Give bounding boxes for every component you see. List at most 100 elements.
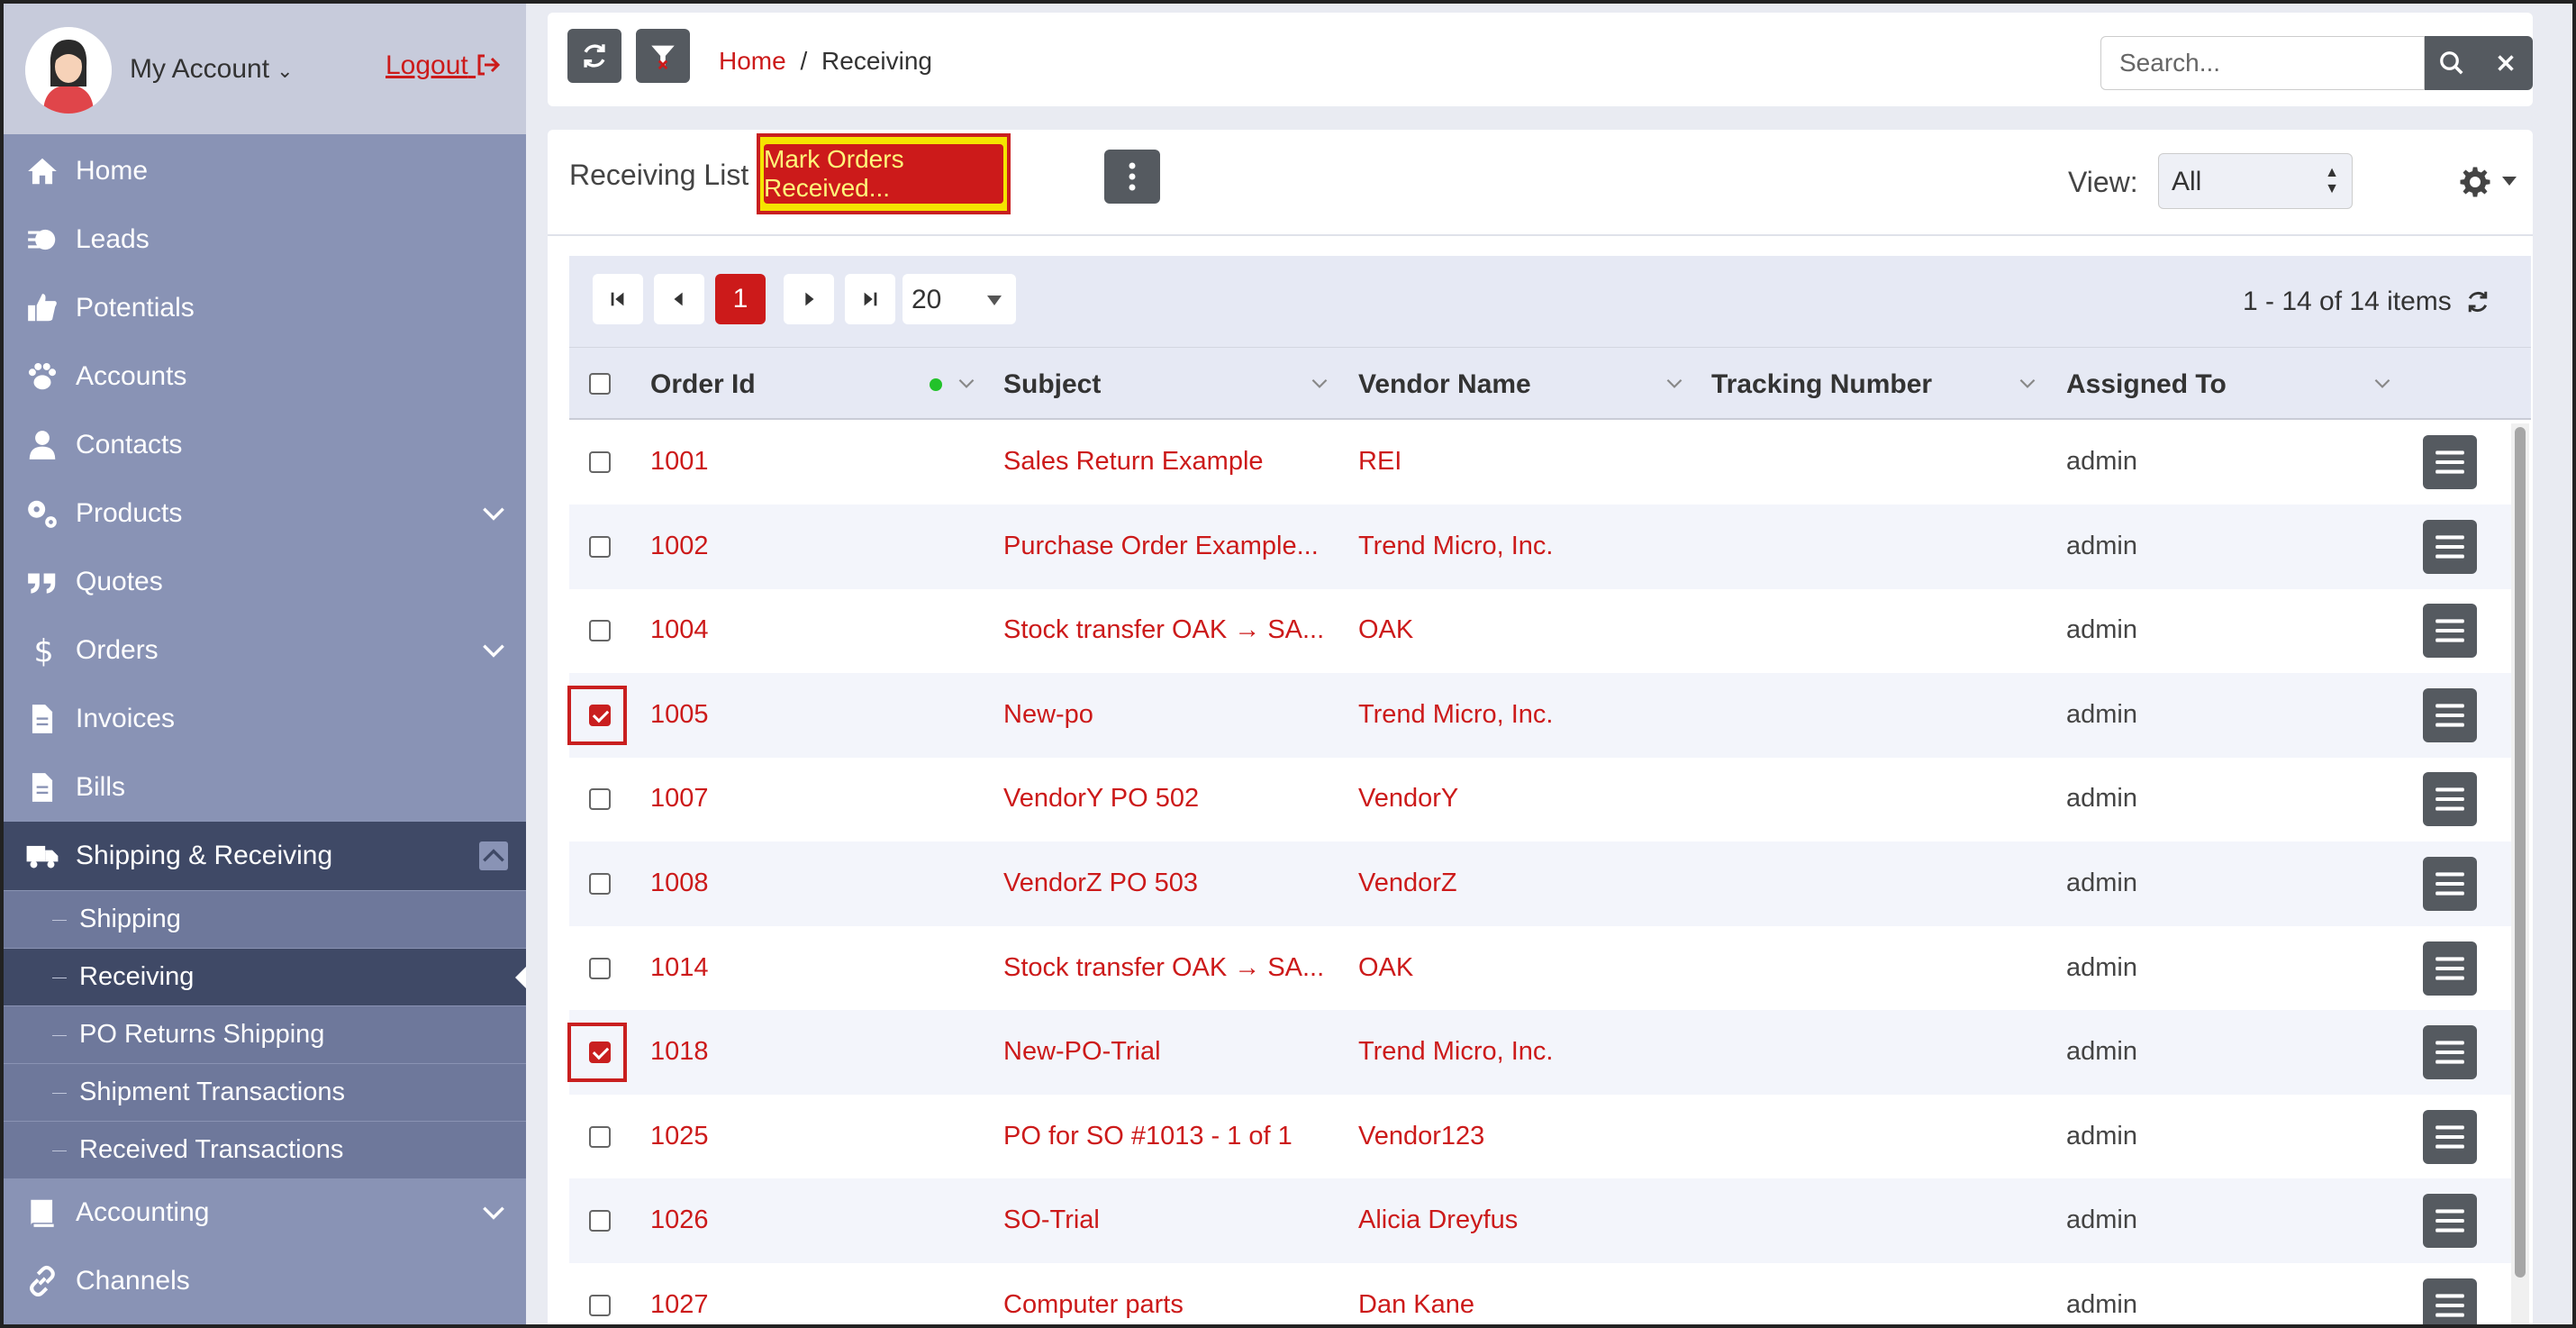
avatar[interactable] <box>25 27 112 114</box>
row-menu-button[interactable] <box>2423 688 2477 742</box>
my-account-menu[interactable]: My Account ⌄ <box>130 54 294 85</box>
row-menu-button[interactable] <box>2423 520 2477 574</box>
vendor-link[interactable]: VendorY <box>1358 784 1458 814</box>
column-header-subject[interactable]: Subject <box>1003 369 1101 400</box>
chevron-down-icon[interactable] <box>2016 371 2039 399</box>
table-row[interactable]: 1001 Sales Return Example REI admin <box>569 420 2515 505</box>
gear-dropdown-caret-icon[interactable] <box>2502 177 2517 186</box>
row-checkbox[interactable] <box>589 705 611 726</box>
refresh-button[interactable] <box>567 29 621 83</box>
search-button[interactable] <box>2425 36 2479 90</box>
sidebar-subitem-received-transactions[interactable]: Received Transactions <box>4 1121 526 1178</box>
subject-link[interactable]: New-PO-Trial <box>1003 1037 1161 1067</box>
table-row[interactable]: 1027 Computer parts Dan Kane admin <box>569 1263 2515 1324</box>
vendor-link[interactable]: OAK <box>1358 615 1413 645</box>
row-menu-button[interactable] <box>2423 772 2477 826</box>
table-row[interactable]: 1014 Stock transfer OAK → SA... OAK admin <box>569 926 2515 1011</box>
sidebar-item-home[interactable]: Home <box>4 137 526 205</box>
chevron-down-icon[interactable] <box>1663 371 1686 399</box>
order-id-link[interactable]: 1018 <box>650 1037 709 1067</box>
sidebar-item-channels[interactable]: Channels <box>4 1247 526 1315</box>
table-row[interactable]: 1004 Stock transfer OAK → SA... OAK admin <box>569 588 2515 673</box>
sidebar-item-leads[interactable]: Leads <box>4 205 526 274</box>
sidebar-item-quotes[interactable]: Quotes <box>4 548 526 616</box>
row-menu-button[interactable] <box>2423 857 2477 911</box>
order-id-link[interactable]: 1014 <box>650 953 709 983</box>
next-page-button[interactable] <box>784 274 834 324</box>
scrollbar-thumb[interactable] <box>2515 427 2526 1278</box>
gear-icon[interactable] <box>2459 166 2491 203</box>
subject-link[interactable]: VendorY PO 502 <box>1003 784 1199 814</box>
prev-page-button[interactable] <box>654 274 704 324</box>
order-id-link[interactable]: 1025 <box>650 1122 709 1151</box>
view-select[interactable]: All ▲ ▼ <box>2158 153 2353 209</box>
sidebar-item-orders[interactable]: $ Orders <box>4 616 526 685</box>
vendor-link[interactable]: Vendor123 <box>1358 1122 1484 1151</box>
last-page-button[interactable] <box>845 274 895 324</box>
clear-search-button[interactable] <box>2479 36 2533 90</box>
subject-link[interactable]: New-po <box>1003 700 1093 730</box>
logout-link[interactable]: Logout <box>385 50 501 81</box>
sidebar-item-products[interactable]: Products <box>4 479 526 548</box>
page-size-select[interactable]: 20 <box>903 274 1016 324</box>
vendor-link[interactable]: Alicia Dreyfus <box>1358 1205 1518 1235</box>
pager-refresh-button[interactable] <box>2464 288 2491 320</box>
column-header-tracking-number[interactable]: Tracking Number <box>1711 369 1932 400</box>
column-header-assigned-to[interactable]: Assigned To <box>2066 369 2227 400</box>
sidebar-item-accounts[interactable]: Accounts <box>4 342 526 411</box>
row-checkbox[interactable] <box>589 873 611 895</box>
row-checkbox[interactable] <box>589 620 611 641</box>
subject-link[interactable]: Sales Return Example <box>1003 447 1264 477</box>
row-menu-button[interactable] <box>2423 1278 2477 1324</box>
vendor-link[interactable]: Trend Micro, Inc. <box>1358 532 1553 561</box>
row-menu-button[interactable] <box>2423 604 2477 658</box>
subject-link[interactable]: Stock transfer OAK → SA... <box>1003 615 1324 645</box>
row-menu-button[interactable] <box>2423 435 2477 489</box>
sidebar-item-bills[interactable]: Bills <box>4 753 526 822</box>
vendor-link[interactable]: OAK <box>1358 953 1413 983</box>
subject-link[interactable]: SO-Trial <box>1003 1205 1100 1235</box>
sidebar-item-contacts[interactable]: Contacts <box>4 411 526 479</box>
row-checkbox[interactable] <box>589 1210 611 1232</box>
table-row[interactable]: 1026 SO-Trial Alicia Dreyfus admin <box>569 1178 2515 1263</box>
row-checkbox[interactable] <box>589 958 611 979</box>
subject-link[interactable]: Purchase Order Example... <box>1003 532 1319 561</box>
row-checkbox[interactable] <box>589 451 611 473</box>
row-checkbox[interactable] <box>589 788 611 810</box>
subject-link[interactable]: PO for SO #1013 - 1 of 1 <box>1003 1122 1293 1151</box>
clear-filter-button[interactable] <box>636 29 690 83</box>
table-row[interactable]: 1007 VendorY PO 502 VendorY admin <box>569 757 2515 841</box>
sidebar-item-accounting[interactable]: Accounting <box>4 1178 526 1247</box>
order-id-link[interactable]: 1002 <box>650 532 709 561</box>
sidebar-subitem-receiving[interactable]: Receiving <box>4 948 526 1005</box>
subject-link[interactable]: VendorZ PO 503 <box>1003 869 1198 898</box>
sidebar-subitem-shipping[interactable]: Shipping <box>4 890 526 948</box>
order-id-link[interactable]: 1005 <box>650 700 709 730</box>
table-row[interactable]: 1025 PO for SO #1013 - 1 of 1 Vendor123 adm… <box>569 1095 2515 1179</box>
sidebar-item-invoices[interactable]: Invoices <box>4 685 526 753</box>
row-menu-button[interactable] <box>2423 1110 2477 1164</box>
subject-link[interactable]: Stock transfer OAK → SA... <box>1003 953 1324 983</box>
row-menu-button[interactable] <box>2423 1194 2477 1248</box>
more-actions-button[interactable] <box>1104 150 1160 204</box>
sidebar-item-shipping-receiving[interactable]: Shipping & Receiving <box>4 822 526 890</box>
row-checkbox[interactable] <box>589 536 611 558</box>
table-row[interactable]: 1018 New-PO-Trial Trend Micro, Inc. admin <box>567 1010 2515 1095</box>
page-1-button[interactable]: 1 <box>715 274 766 324</box>
order-id-link[interactable]: 1027 <box>650 1290 709 1320</box>
vendor-link[interactable]: VendorZ <box>1358 869 1457 898</box>
sidebar-subitem-po-returns-shipping[interactable]: PO Returns Shipping <box>4 1005 526 1063</box>
row-checkbox[interactable] <box>589 1126 611 1148</box>
sidebar-item-potentials[interactable]: Potentials <box>4 274 526 342</box>
vendor-link[interactable]: Trend Micro, Inc. <box>1358 700 1553 730</box>
breadcrumb-home-link[interactable]: Home <box>719 47 786 75</box>
first-page-button[interactable] <box>593 274 643 324</box>
vendor-link[interactable]: Dan Kane <box>1358 1290 1474 1320</box>
row-menu-button[interactable] <box>2423 1025 2477 1079</box>
select-all-checkbox[interactable] <box>589 373 611 395</box>
order-id-link[interactable]: 1007 <box>650 784 709 814</box>
table-row[interactable]: 1005 New-po Trend Micro, Inc. admin <box>567 673 2515 758</box>
sidebar-subitem-shipment-transactions[interactable]: Shipment Transactions <box>4 1063 526 1121</box>
table-row[interactable]: 1008 VendorZ PO 503 VendorZ admin <box>569 841 2515 926</box>
row-menu-button[interactable] <box>2423 941 2477 996</box>
